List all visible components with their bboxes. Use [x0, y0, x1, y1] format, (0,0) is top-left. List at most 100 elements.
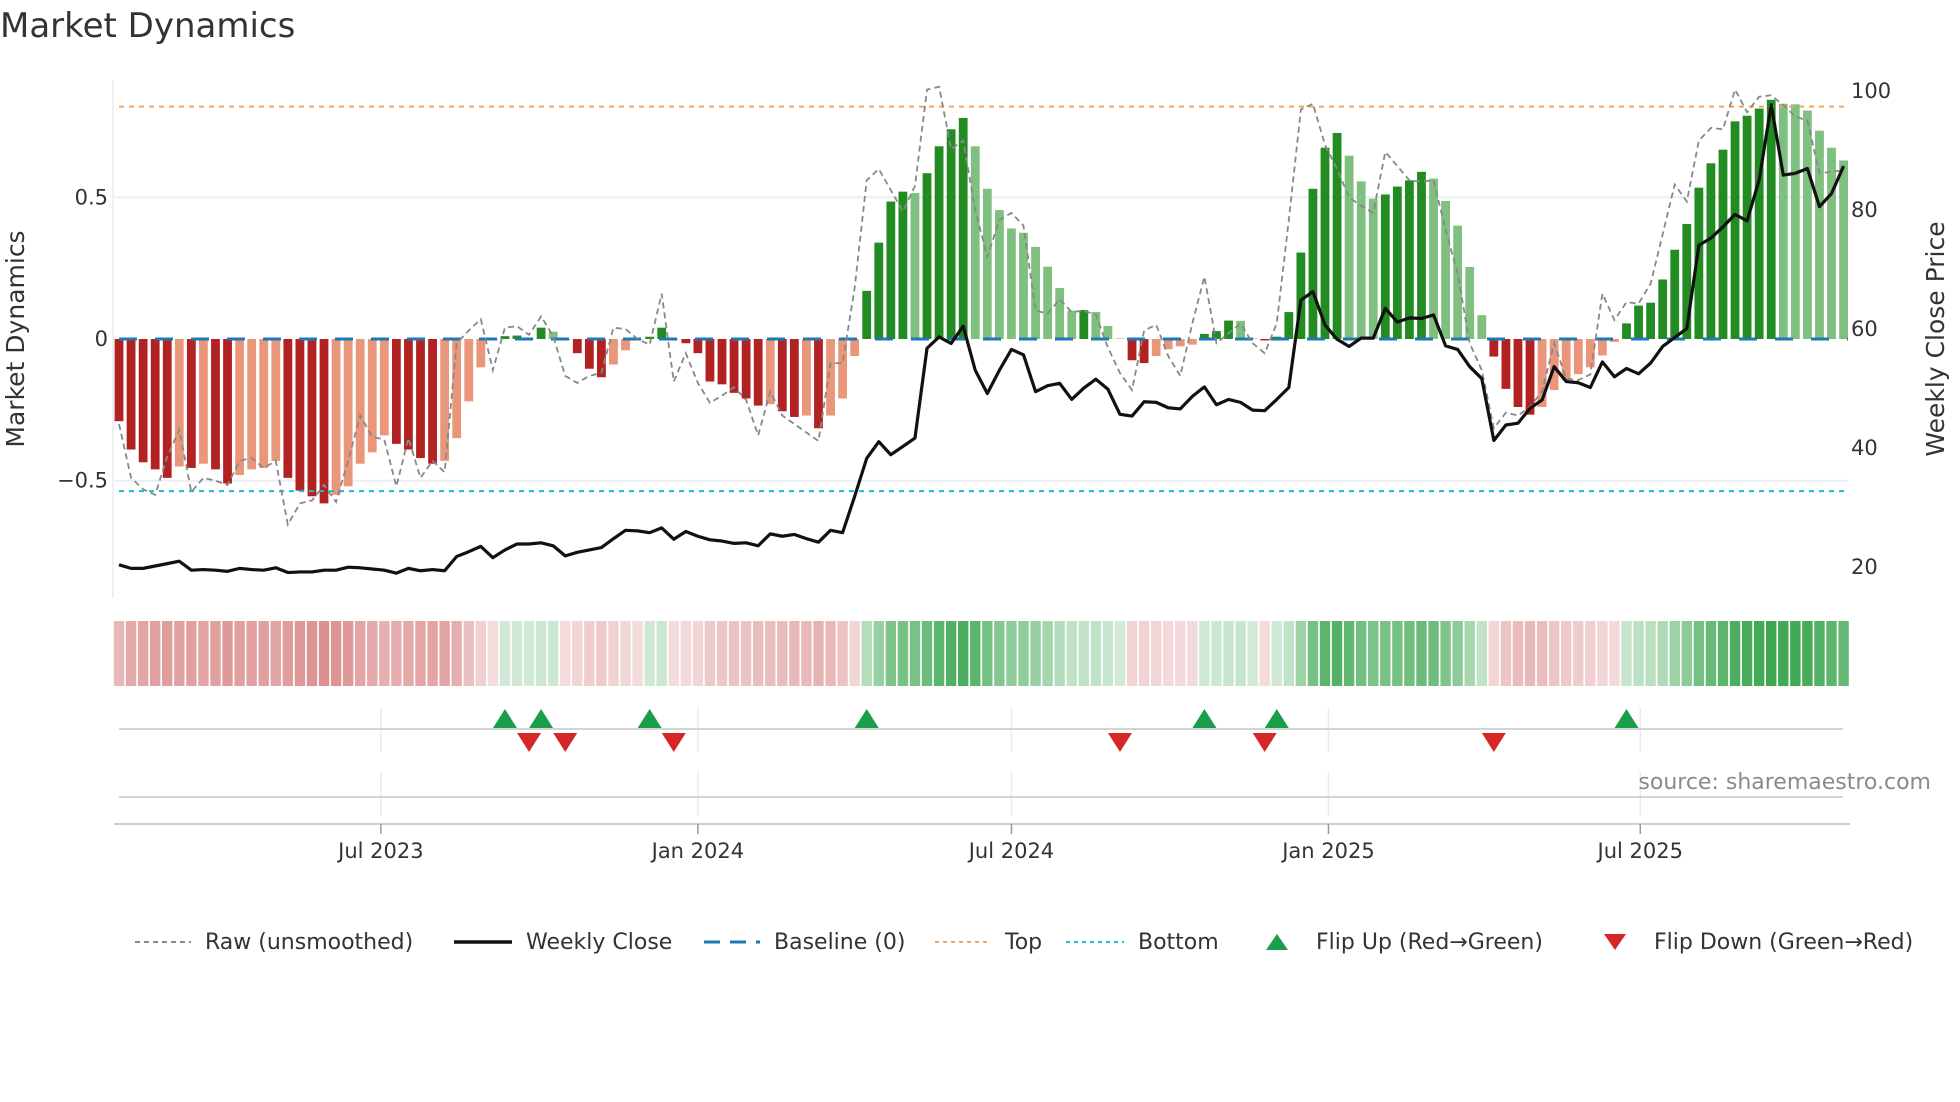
- legend-label: Raw (unsmoothed): [205, 929, 414, 955]
- dynamics-bar: [705, 339, 715, 382]
- heat-strip-cell: [668, 621, 679, 686]
- dynamics-bar: [440, 339, 450, 461]
- dynamics-bar: [802, 339, 811, 416]
- dynamics-bar: [1477, 315, 1487, 339]
- dynamics-bar: [1622, 323, 1631, 339]
- flip-up-marker: [492, 709, 517, 728]
- heat-strip-cell: [222, 621, 233, 686]
- heat-strip-cell: [1066, 621, 1077, 686]
- x-tick-label: Jul 2023: [336, 839, 423, 863]
- heat-strip-cell: [970, 621, 981, 686]
- heat-strip-cell: [945, 621, 957, 686]
- heat-strip-cell: [958, 621, 969, 686]
- heat-strip-cell: [1042, 621, 1053, 686]
- x-tick-label: Jul 2024: [967, 839, 1054, 863]
- legend-item-flip-down[interactable]: Flip Down (Green→Red): [1602, 924, 1913, 960]
- heat-strip-cell: [1404, 621, 1415, 686]
- heat-strip-cell: [1307, 621, 1319, 686]
- dynamics-bar: [584, 339, 594, 369]
- dynamics-bar: [1260, 339, 1270, 341]
- dynamics-bar: [814, 339, 823, 429]
- dynamics-bar: [1405, 180, 1414, 339]
- dynamics-bar: [1308, 188, 1318, 339]
- heat-strip-cell: [1573, 621, 1584, 686]
- dynamics-bar: [1368, 198, 1378, 339]
- heat-strip-cell: [1199, 621, 1210, 686]
- right-y-tick-label: 80: [1851, 198, 1878, 222]
- dynamics-bar: [259, 339, 269, 468]
- heat-strip-cell: [125, 621, 137, 686]
- heat-strip-cell: [1669, 621, 1680, 686]
- legend-label: Flip Down (Green→Red): [1654, 929, 1914, 955]
- heat-strip-cell: [1163, 621, 1174, 686]
- dynamics-bar: [922, 173, 932, 339]
- right-y-tick-label: 60: [1851, 317, 1878, 341]
- dynamics-bar: [946, 129, 956, 339]
- heat-strip-cell: [777, 621, 788, 686]
- heat-strip-cell: [1054, 621, 1065, 686]
- heat-strip-cell: [523, 621, 535, 686]
- dynamics-bar: [970, 146, 980, 339]
- heat-strip-cell: [511, 621, 523, 686]
- heat-strip-cell: [174, 621, 185, 686]
- heat-strip-cell: [186, 621, 197, 686]
- left-axis-label: Market Dynamics: [1, 230, 30, 447]
- heat-strip-cell: [1524, 621, 1536, 686]
- heat-strip-cell: [752, 621, 764, 686]
- right-y-tick-label: 100: [1851, 79, 1891, 103]
- heat-strip-cell: [1681, 621, 1692, 686]
- heat-strip-cell: [1585, 621, 1596, 686]
- heat-strip-cell: [1126, 621, 1138, 686]
- heat-strip-cell: [1464, 621, 1475, 686]
- heat-strip-cell: [149, 621, 161, 686]
- dynamics-bar: [126, 339, 136, 450]
- legend-item-raw[interactable]: Raw (unsmoothed): [135, 924, 413, 960]
- heat-strip-cell: [342, 621, 354, 686]
- heat-strip-cell: [572, 621, 583, 686]
- heat-strip-cell: [330, 621, 342, 686]
- dynamics-bar: [1127, 339, 1137, 361]
- legend-item-flip-up[interactable]: Flip Up (Red→Green): [1264, 924, 1543, 960]
- heat-strip-cell: [1078, 621, 1089, 686]
- dynamics-bar: [283, 339, 293, 478]
- heat-strip-cell: [1753, 621, 1765, 686]
- dynamics-bar: [1284, 312, 1294, 339]
- flip-up-marker: [637, 709, 662, 728]
- heat-strip-cell: [1645, 621, 1656, 686]
- left-y-tick-label: 0: [95, 327, 108, 351]
- legend-item-top[interactable]: Top: [935, 924, 1042, 960]
- dynamics-bar: [1115, 338, 1125, 339]
- dynamics-bar: [1007, 228, 1016, 339]
- legend-item-weekly-close[interactable]: Weekly Close: [454, 924, 672, 960]
- raw-unsmoothed-line: [118, 85, 1844, 528]
- legend-label: Bottom: [1138, 929, 1219, 955]
- legend-item-baseline[interactable]: Baseline (0): [704, 924, 905, 960]
- legend-label: Baseline (0): [774, 929, 906, 955]
- source-attribution: source: sharemaestro.com: [1638, 770, 1931, 795]
- heat-strip-cell: [1247, 621, 1258, 686]
- heat-strip-cell: [1838, 621, 1849, 686]
- dynamics-bar: [1790, 104, 1800, 339]
- dynamics-bar: [343, 339, 353, 487]
- heat-strip-cell: [1621, 621, 1632, 686]
- heat-strip-cell: [813, 621, 824, 686]
- dashed-line-icon: [135, 941, 191, 943]
- heat-strip-cell: [596, 621, 607, 686]
- dynamics-bar: [741, 339, 751, 399]
- heat-strip-cell: [1536, 621, 1548, 686]
- heat-strip-cell: [1717, 621, 1729, 686]
- left-y-tick-label: 0.5: [75, 185, 108, 209]
- heat-strip-cell: [1187, 621, 1198, 686]
- dynamics-bar: [186, 339, 196, 468]
- heat-strip-cell: [282, 621, 294, 686]
- legend-item-bottom[interactable]: Bottom: [1066, 924, 1219, 960]
- heat-strip-cell: [656, 621, 667, 686]
- dynamics-bar: [729, 339, 739, 393]
- legend: Raw (unsmoothed) Weekly Close Baseline (…: [0, 924, 1960, 960]
- heat-strip-cell: [1416, 621, 1427, 686]
- heat-strip-cell: [1633, 621, 1644, 686]
- dynamics-bar: [1549, 339, 1559, 391]
- dynamics-bar: [1718, 149, 1728, 339]
- heat-strip-cell: [921, 621, 933, 686]
- heat-strip-cell: [451, 621, 462, 686]
